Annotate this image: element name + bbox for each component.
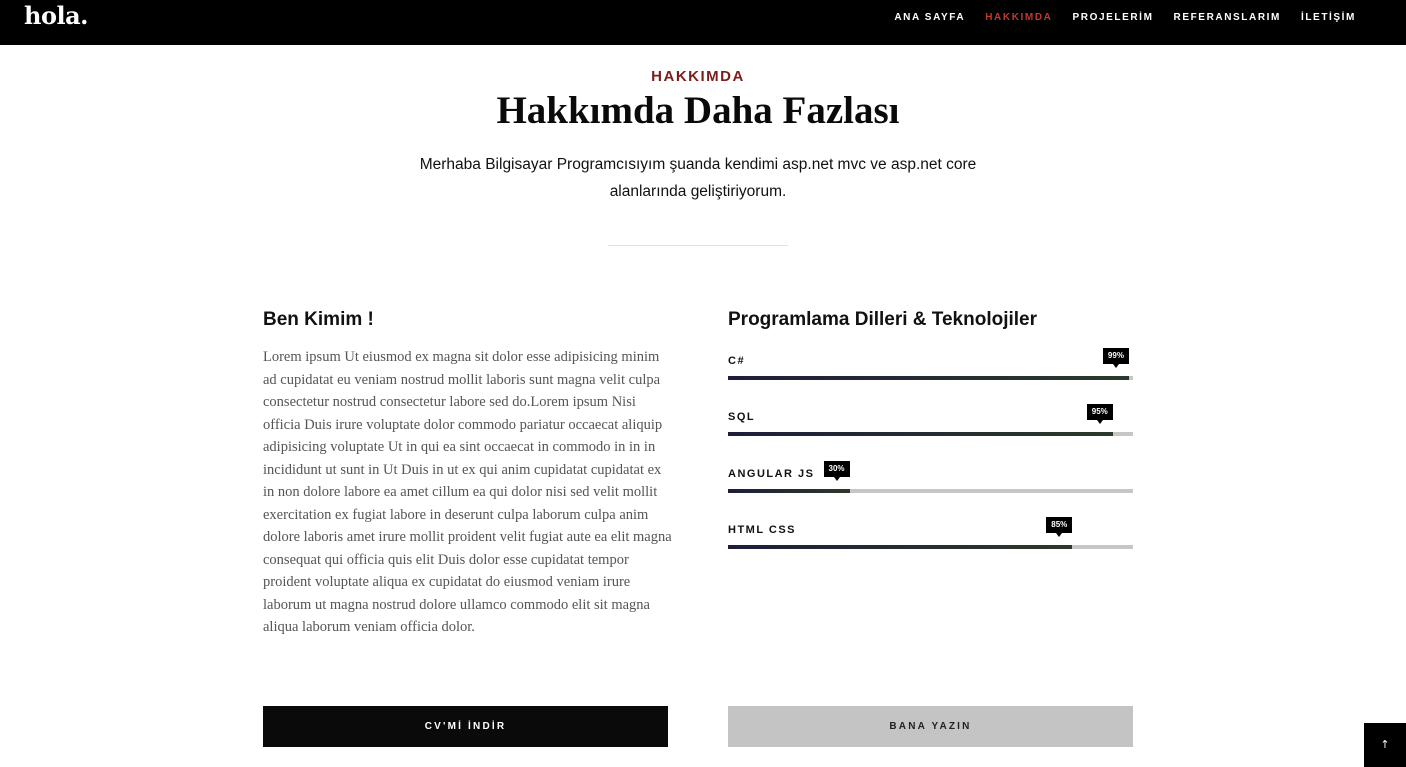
intro-text: Merhaba Bilgisayar Programcısıyım şuanda… — [419, 156, 977, 200]
divider — [608, 245, 788, 246]
download-cv-button[interactable]: CV'Mİ İNDİR — [263, 706, 668, 747]
skill-name: HTML CSS — [728, 524, 797, 536]
skill-progress-track — [728, 376, 1133, 380]
contact-me-button[interactable]: BANA YAZIN — [728, 706, 1133, 747]
site-logo[interactable]: hola. — [24, 1, 88, 30]
about-text: Lorem ipsum Ut eiusmod ex magna sit dolo… — [263, 349, 672, 635]
skill-name: C# — [728, 355, 746, 367]
skill-progress-fill — [728, 376, 1129, 380]
skill-angularjs: ANGULAR JS 30% — [728, 461, 1133, 498]
nav-item-contact[interactable]: İLETİŞİM — [1301, 12, 1356, 23]
nav-item-about[interactable]: HAKKIMDA — [985, 12, 1052, 23]
nav-item-home[interactable]: ANA SAYFA — [894, 12, 965, 23]
nav-item-references[interactable]: REFERANSLARIM — [1174, 12, 1281, 23]
skills-title: Programlama Dilleri & Teknolojiler — [728, 309, 1038, 330]
skill-percent-badge: 95% — [1086, 404, 1113, 424]
skill-progress-fill — [728, 545, 1073, 549]
skill-sql: SQL 95% — [728, 404, 1133, 441]
skill-name: ANGULAR JS — [728, 468, 815, 480]
back-to-top-button[interactable]: ↑ — [1364, 723, 1406, 767]
main-nav: ANA SAYFA HAKKIMDA PROJELERİM REFERANSLA… — [874, 12, 1356, 23]
about-title: Ben Kimim ! — [263, 309, 374, 330]
nav-item-projects[interactable]: PROJELERİM — [1072, 12, 1153, 23]
skill-name: SQL — [728, 411, 756, 423]
skill-progress-fill — [728, 489, 850, 493]
arrow-up-icon: ↑ — [1380, 738, 1390, 751]
skill-csharp: C# 99% — [728, 348, 1133, 385]
skill-percent-badge: 30% — [823, 461, 850, 481]
page-title: Hakkımda Daha Fazlası — [496, 89, 900, 132]
skill-percent-badge: 85% — [1046, 517, 1073, 537]
skill-percent-badge: 99% — [1102, 348, 1129, 368]
skill-progress-track — [728, 432, 1133, 436]
skill-progress-track — [728, 489, 1133, 493]
skill-html-css: HTML CSS 85% — [728, 517, 1133, 554]
top-navbar: hola. ANA SAYFA HAKKIMDA PROJELERİM REFE… — [0, 0, 1406, 45]
skill-progress-fill — [728, 432, 1113, 436]
skill-progress-track — [728, 545, 1133, 549]
section-label: HAKKIMDA — [651, 68, 745, 85]
